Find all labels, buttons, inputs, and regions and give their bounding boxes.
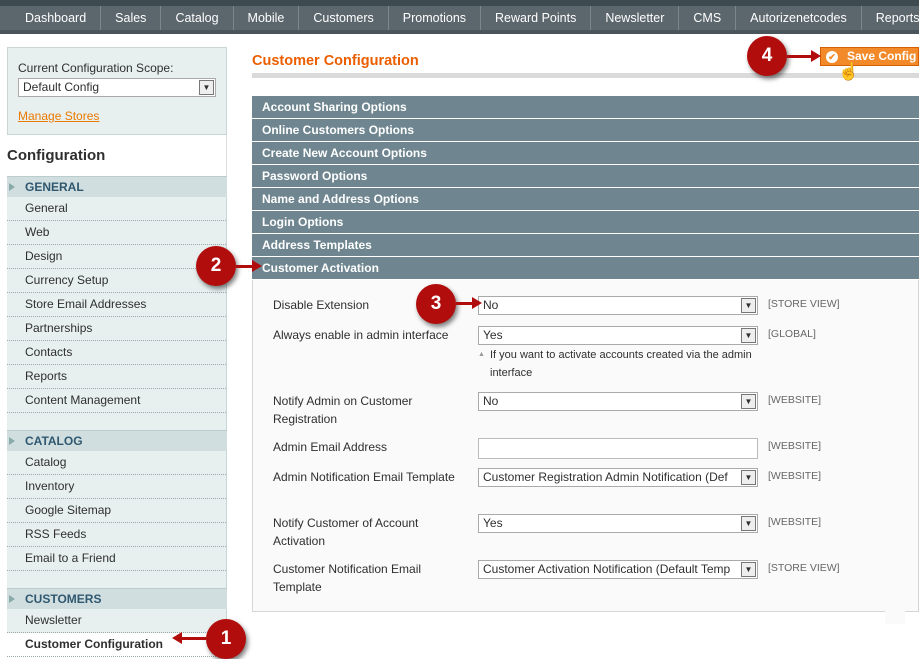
field-label: Always enable in admin interface	[273, 328, 449, 342]
nav-reports[interactable]: Reports	[862, 6, 919, 30]
top-nav: Dashboard Sales Catalog Mobile Customers…	[0, 0, 919, 34]
sidebar-item[interactable]: Design	[7, 245, 226, 269]
sidebar-section-general[interactable]: GENERAL	[7, 176, 227, 197]
arrow-4	[787, 50, 821, 62]
field-select[interactable]: Customer Activation Notification (Defaul…	[478, 560, 758, 579]
group-header[interactable]: Account Sharing Options	[252, 96, 919, 118]
scope-tag: [WEBSITE]	[768, 516, 822, 528]
sidebar-item[interactable]: RSS Feeds	[7, 523, 226, 547]
divider	[252, 73, 919, 78]
sidebar-item[interactable]: Currency Setup	[7, 269, 226, 293]
chevron-down-icon: ▼	[199, 80, 214, 95]
nav-mobile[interactable]: Mobile	[234, 6, 300, 30]
select-value: Customer Activation Notification (Defaul…	[483, 562, 731, 576]
sidebar-item[interactable]: Web	[7, 221, 226, 245]
nav-autorizenetcodes[interactable]: Autorizenetcodes	[736, 6, 862, 30]
scope-tag: [WEBSITE]	[768, 394, 822, 406]
nav-promotions[interactable]: Promotions	[389, 6, 482, 30]
field-label: Notify Customer of Account Activation	[273, 516, 419, 548]
group-header[interactable]: Password Options	[252, 165, 919, 187]
nav-sales[interactable]: Sales	[101, 6, 162, 30]
arrow-2	[236, 260, 262, 272]
sidebar-item[interactable]: Reports	[7, 365, 226, 389]
select-value: No	[483, 394, 499, 408]
arrow-1	[172, 632, 206, 644]
sidebar-item[interactable]: Content Management	[7, 389, 226, 413]
group-header[interactable]: Create New Account Options	[252, 142, 919, 164]
scope-select[interactable]: Default Config ▼	[18, 78, 216, 97]
field-select[interactable]: No ▼	[478, 296, 758, 315]
field-select[interactable]: Yes ▼	[478, 326, 758, 345]
config-title: Configuration	[7, 135, 227, 176]
save-config-button[interactable]: ✔ Save Config	[820, 47, 919, 66]
sidebar-item[interactable]: Catalog	[7, 451, 226, 475]
manage-stores-link[interactable]: Manage Stores	[18, 109, 216, 123]
marker-3: 3	[416, 284, 456, 324]
scope-tag: [WEBSITE]	[768, 440, 822, 452]
field-label: Admin Notification Email Template	[273, 470, 455, 484]
scroll-corner	[885, 610, 905, 624]
main: Customer Configuration Account Sharing O…	[252, 48, 919, 612]
group-header[interactable]: Customer Activation	[252, 257, 919, 279]
chevron-down-icon: ▼	[741, 298, 756, 313]
sidebar-item[interactable]: Inventory	[7, 475, 226, 499]
scope-tag: [STORE VIEW]	[768, 298, 840, 310]
sidebar-item[interactable]: Newsletter	[7, 609, 226, 633]
sidebar-item[interactable]: Partnerships	[7, 317, 226, 341]
scope-tag: [STORE VIEW]	[768, 562, 840, 574]
marker-4: 4	[747, 36, 787, 76]
nav-cms[interactable]: CMS	[679, 6, 737, 30]
sidebar-item[interactable]: Google Sitemap	[7, 499, 226, 523]
group-header[interactable]: Address Templates	[252, 234, 919, 256]
admin-email-input[interactable]	[478, 438, 758, 459]
chevron-down-icon: ▼	[741, 516, 756, 531]
group-header[interactable]: Online Customers Options	[252, 119, 919, 141]
field-label: Customer Notification Email Template	[273, 562, 422, 594]
scope-label: Current Configuration Scope:	[18, 61, 174, 75]
select-value: No	[483, 298, 499, 312]
group-header[interactable]: Name and Address Options	[252, 188, 919, 210]
group-header[interactable]: Login Options	[252, 211, 919, 233]
nav-reward-points[interactable]: Reward Points	[481, 6, 592, 30]
check-icon: ✔	[826, 51, 838, 63]
chevron-down-icon: ▼	[741, 562, 756, 577]
nav-catalog[interactable]: Catalog	[161, 6, 234, 30]
save-label: Save Config	[847, 49, 917, 63]
marker-1: 1	[206, 619, 246, 659]
nav-newsletter[interactable]: Newsletter	[591, 6, 680, 30]
sidebar-item[interactable]: Contacts	[7, 341, 226, 365]
select-value: Yes	[483, 328, 503, 342]
scope-tag: [GLOBAL]	[768, 328, 816, 340]
chevron-down-icon: ▼	[741, 394, 756, 409]
field-label: Notify Admin on Customer Registration	[273, 394, 413, 426]
sidebar-section-customers[interactable]: CUSTOMERS	[7, 588, 227, 609]
chevron-down-icon: ▼	[741, 328, 756, 343]
field-select[interactable]: Yes ▼	[478, 514, 758, 533]
sidebar-item[interactable]: Store Email Addresses	[7, 293, 226, 317]
chevron-down-icon: ▼	[741, 470, 756, 485]
select-value: Yes	[483, 516, 503, 530]
marker-2: 2	[196, 246, 236, 286]
field-select[interactable]: No ▼	[478, 392, 758, 411]
field-select[interactable]: Customer Registration Admin Notification…	[478, 468, 758, 487]
sidebar-section-catalog[interactable]: CATALOG	[7, 430, 227, 451]
scope-box: Current Configuration Scope: Default Con…	[7, 47, 227, 135]
scope-tag: [WEBSITE]	[768, 470, 822, 482]
sidebar-gap	[7, 413, 227, 430]
select-value: Customer Registration Admin Notification…	[483, 470, 728, 484]
field-note: If you want to activate accounts created…	[478, 346, 758, 382]
arrow-3	[456, 297, 482, 309]
nav-dashboard[interactable]: Dashboard	[11, 6, 102, 30]
hand-cursor-icon: ☝	[838, 62, 860, 81]
customer-activation-fieldset: Disable Extension No ▼ [STORE VIEW] Always e…	[252, 280, 919, 612]
sidebar-item[interactable]: General	[7, 197, 226, 221]
scope-value: Default Config	[23, 80, 100, 94]
sidebar-item[interactable]: Email to a Friend	[7, 547, 226, 571]
nav-customers[interactable]: Customers	[299, 6, 389, 30]
sidebar-gap	[7, 571, 227, 588]
sidebar: Current Configuration Scope: Default Con…	[7, 47, 227, 657]
field-label: Admin Email Address	[273, 440, 388, 454]
